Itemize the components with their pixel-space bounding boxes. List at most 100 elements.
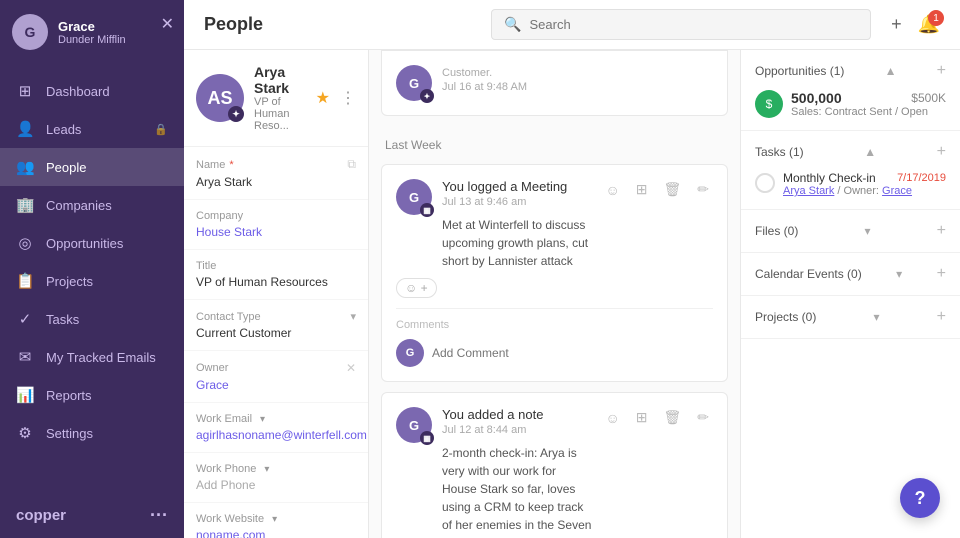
task-grace-link[interactable]: Grace — [882, 185, 912, 197]
tracked-emails-icon: ✉ — [16, 348, 34, 366]
copy-icon[interactable]: ⧉ — [347, 157, 356, 172]
logo: copper ··· — [16, 505, 168, 526]
collapse-icon[interactable]: ▲ — [864, 145, 876, 159]
opportunity-details: 500,000 $500K Sales: Contract Sent / Ope… — [791, 90, 946, 118]
add-button[interactable]: + — [887, 10, 906, 39]
edit-icon[interactable]: ✏ — [693, 179, 713, 200]
collapse-icon[interactable]: ▲ — [885, 64, 897, 78]
activity-note-card: G ▦ You added a note Jul 12 at 8:44 am 2… — [381, 392, 728, 538]
field-owner-label: Owner ✕ — [196, 361, 356, 375]
add-file-icon[interactable]: + — [937, 222, 946, 240]
tasks-label[interactable]: Tasks (1) — [755, 145, 804, 159]
emoji-icon[interactable]: ☺ — [601, 408, 623, 428]
field-contact-type: Contact Type ▾ Current Customer — [184, 300, 368, 351]
edit-icon[interactable]: ✏ — [693, 407, 713, 428]
field-name-value[interactable]: Arya Stark — [196, 175, 356, 189]
username: Grace — [58, 19, 172, 34]
projects-label[interactable]: Projects (0) — [755, 310, 816, 324]
activity-date: Jul 13 at 9:46 am — [442, 196, 591, 208]
activity-partial-label: Customer. — [442, 67, 713, 79]
sidebar-item-opportunities[interactable]: ◎ Opportunities — [0, 224, 184, 262]
task-checkbox[interactable] — [755, 173, 775, 193]
opportunity-card: $ 500,000 $500K Sales: Contract Sent / O… — [755, 90, 946, 118]
field-owner-value[interactable]: Grace — [196, 378, 356, 392]
comment-input[interactable] — [432, 346, 713, 360]
activity-avatar: G ▦ — [396, 407, 432, 443]
activity-avatar: G ▦ — [396, 179, 432, 215]
more-menu-icon[interactable]: ··· — [150, 505, 168, 526]
favorite-star-icon[interactable]: ★ — [316, 88, 330, 108]
sidebar-item-label: Settings — [46, 426, 168, 441]
field-owner: Owner ✕ Grace — [184, 351, 368, 403]
notification-button[interactable]: 🔔 1 — [918, 14, 940, 35]
add-opportunity-icon[interactable]: + — [937, 62, 946, 80]
sidebar-item-label: My Tracked Emails — [46, 350, 168, 365]
delete-icon[interactable]: 🗑 — [659, 407, 685, 428]
add-reaction-button[interactable]: ☺ + — [396, 278, 437, 298]
collapse-icon[interactable]: ▾ — [896, 267, 902, 281]
field-work-phone-value[interactable]: Add Phone — [196, 478, 356, 492]
sidebar-item-projects[interactable]: 📋 Projects — [0, 262, 184, 300]
activity-item: G ✦ Customer. Jul 16 at 9:48 AM — [381, 50, 728, 116]
activity-top: G ▦ You logged a Meeting Jul 13 at 9:46 … — [396, 179, 713, 270]
field-work-email-value[interactable]: agirlhasnoname@winterfell.com — [196, 428, 356, 442]
close-icon[interactable]: ✕ — [161, 14, 174, 34]
image-icon[interactable]: ⊞ — [632, 407, 652, 428]
task-owner-link[interactable]: Arya Stark — [783, 185, 834, 197]
field-work-website-value[interactable]: noname.com — [196, 528, 356, 538]
leads-icon: 👤 — [16, 120, 34, 138]
search-bar: 🔍 — [491, 9, 871, 40]
sidebar-item-companies[interactable]: 🏢 Companies — [0, 186, 184, 224]
field-company-value[interactable]: House Stark — [196, 225, 356, 239]
sidebar-item-settings[interactable]: ⚙ Settings — [0, 414, 184, 452]
activity-actions: ☺ ⊞ 🗑 ✏ — [601, 179, 713, 200]
search-input[interactable] — [530, 17, 859, 32]
opportunities-label[interactable]: Opportunities (1) — [755, 64, 844, 78]
sidebar-item-label: Tasks — [46, 312, 168, 327]
lock-icon: 🔒 — [154, 123, 168, 136]
activity-reactions: ☺ + — [396, 278, 713, 298]
activity-title: You logged a Meeting — [442, 179, 591, 194]
sidebar-item-people[interactable]: 👥 People — [0, 148, 184, 186]
sidebar-item-reports[interactable]: 📊 Reports — [0, 376, 184, 414]
clear-icon[interactable]: ✕ — [346, 361, 356, 375]
sidebar: G Grace Dunder Mifflin ✕ ⊞ Dashboard 👤 L… — [0, 0, 184, 538]
field-title-label: Title — [196, 260, 356, 272]
sidebar-item-tracked-emails[interactable]: ✉ My Tracked Emails — [0, 338, 184, 376]
field-work-email: Work Email ▾ agirlhasnoname@winterfell.c… — [184, 403, 368, 453]
dropdown-icon: ▾ — [350, 310, 356, 323]
help-button[interactable]: ? — [900, 478, 940, 518]
add-project-icon[interactable]: + — [937, 308, 946, 326]
sidebar-item-tasks[interactable]: ✓ Tasks — [0, 300, 184, 338]
field-work-website-label: Work Website ▾ — [196, 513, 356, 525]
activity-title: You added a note — [442, 407, 591, 422]
sidebar-item-leads[interactable]: 👤 Leads 🔒 — [0, 110, 184, 148]
field-work-website: Work Website ▾ noname.com — [184, 503, 368, 538]
avatar: G — [12, 14, 48, 50]
delete-icon[interactable]: 🗑 — [659, 179, 685, 200]
calendar-events-label[interactable]: Calendar Events (0) — [755, 267, 862, 281]
reports-icon: 📊 — [16, 386, 34, 404]
task-date: 7/17/2019 — [897, 172, 946, 184]
field-work-email-label: Work Email ▾ — [196, 413, 356, 425]
field-title-value[interactable]: VP of Human Resources — [196, 275, 356, 289]
sidebar-item-label: Reports — [46, 388, 168, 403]
collapse-icon[interactable]: ▾ — [873, 310, 879, 324]
note-badge: ▦ — [420, 431, 434, 445]
field-contact-type-value[interactable]: Current Customer — [196, 326, 356, 340]
task-details: Monthly Check-in 7/17/2019 Arya Stark / … — [783, 171, 946, 197]
person-menu-icon[interactable]: ⋮ — [340, 88, 356, 108]
add-task-icon[interactable]: + — [937, 143, 946, 161]
opportunity-status: Sales: Contract Sent / Open — [791, 106, 946, 118]
sidebar-nav: ⊞ Dashboard 👤 Leads 🔒 👥 People 🏢 Compani… — [0, 64, 184, 493]
image-icon[interactable]: ⊞ — [632, 179, 652, 200]
top-header: People 🔍 + 🔔 1 — [184, 0, 960, 50]
emoji-icon[interactable]: ☺ — [601, 180, 623, 200]
field-company-label: Company — [196, 210, 356, 222]
content-area: AS ✦ Arya Stark VP of Human Reso... ★ ⋮ … — [184, 50, 960, 538]
collapse-icon[interactable]: ▾ — [864, 224, 870, 238]
files-label[interactable]: Files (0) — [755, 224, 798, 238]
sidebar-item-dashboard[interactable]: ⊞ Dashboard — [0, 72, 184, 110]
avatar-badge: ✦ — [228, 106, 244, 122]
add-calendar-event-icon[interactable]: + — [937, 265, 946, 283]
